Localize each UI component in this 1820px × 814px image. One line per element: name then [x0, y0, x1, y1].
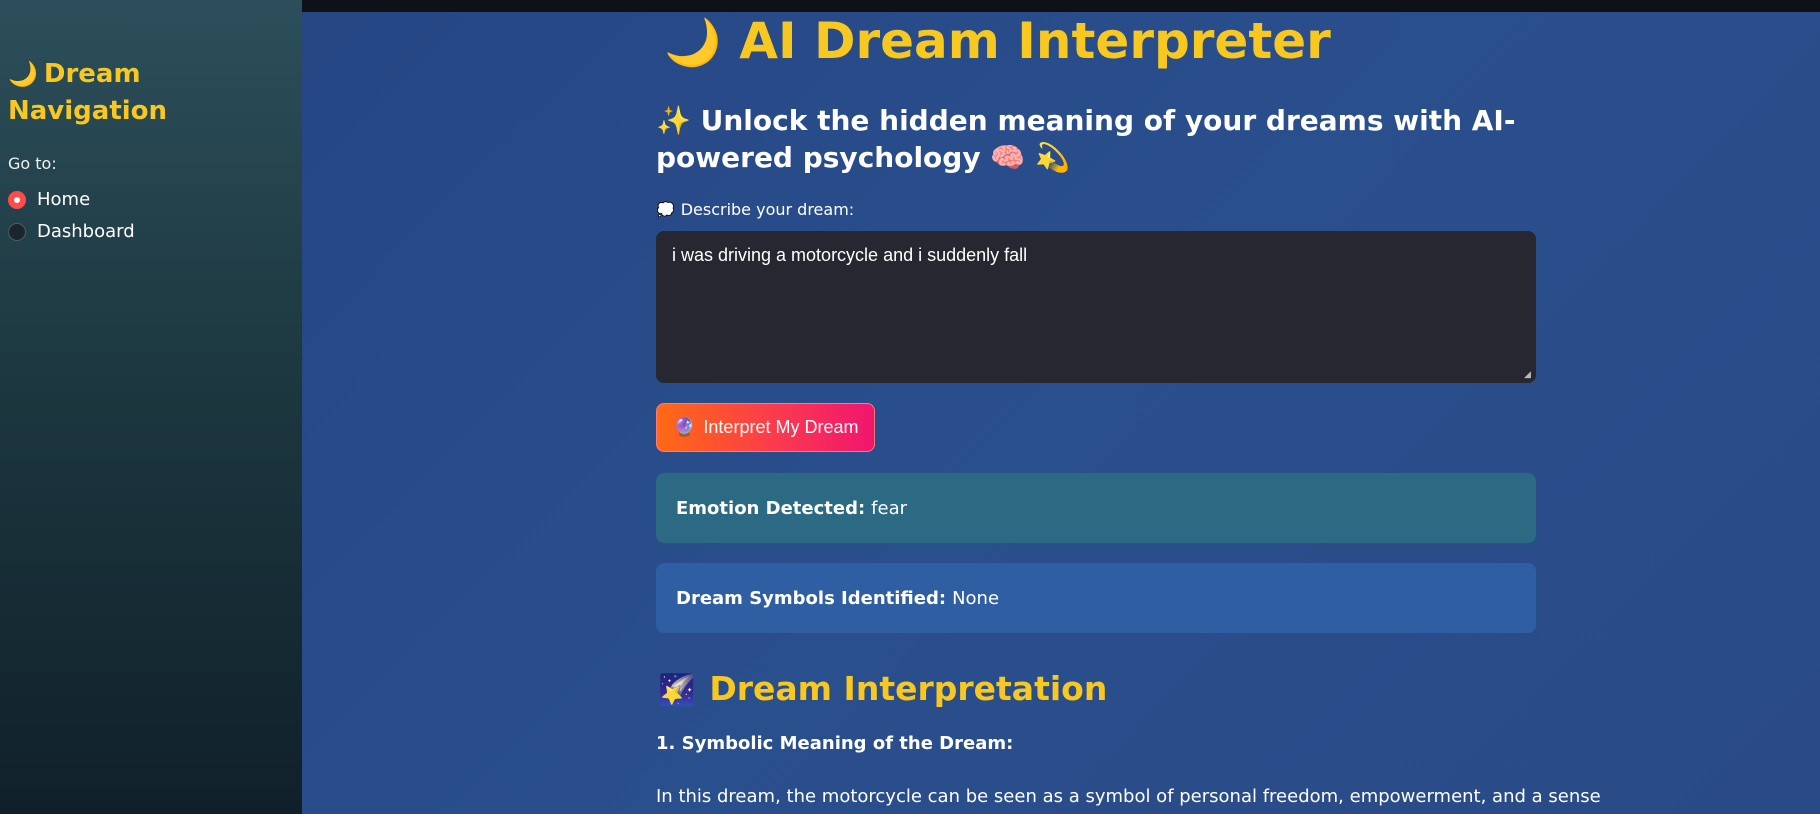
radio-selected-icon[interactable] — [8, 190, 26, 209]
app-window: 🌙 Dream Navigation Go to: Home Dashboard … — [0, 0, 1820, 814]
thought-bubble-icon: 💭 — [656, 200, 675, 219]
sparkles-icon: ✨ — [656, 104, 691, 137]
interpret-dream-button-label: Interpret My Dream — [703, 417, 859, 437]
nav-option-label: Home — [37, 189, 91, 210]
dream-symbols-value: None — [952, 587, 1000, 609]
resize-handle-icon[interactable]: ◢ — [1524, 371, 1533, 380]
symbolic-meaning-heading: 1. Symbolic Meaning of the Dream: — [656, 733, 1014, 754]
nav-option-dashboard[interactable]: Dashboard — [8, 221, 135, 242]
interpretation-section-title: 🌠 Dream Interpretation — [658, 664, 1107, 716]
interpretation-section-title-text: Dream Interpretation — [709, 669, 1108, 708]
crescent-moon-icon: 🌙 — [8, 60, 38, 88]
dream-input-label-text: Describe your dream: — [680, 200, 855, 219]
interpret-dream-button[interactable]: 🔮 Interpret My Dream — [656, 403, 876, 452]
page-title-text: AI Dream Interpreter — [739, 12, 1331, 70]
page-title: 🌙 AI Dream Interpreter — [664, 6, 1331, 77]
emotion-detected-key: Emotion Detected: — [676, 497, 866, 519]
crescent-moon-icon: 🌙 — [664, 15, 722, 69]
radio-unselected-icon[interactable] — [8, 222, 26, 241]
emotion-detected-value: fear — [871, 497, 908, 519]
emotion-detected-box: Emotion Detected: fear — [656, 473, 1536, 543]
dream-symbols-key: Dream Symbols Identified: — [676, 587, 947, 609]
nav-option-label: Dashboard — [37, 221, 135, 242]
nav-option-home[interactable]: Home — [8, 189, 90, 210]
page-subtitle: ✨ Unlock the hidden meaning of your drea… — [656, 102, 1536, 176]
dream-description-input[interactable]: i was driving a motorcycle and i suddenl… — [656, 231, 1536, 383]
shooting-star-icon: 🌠 — [658, 673, 696, 708]
page-subtitle-text: Unlock the hidden meaning of your dreams… — [656, 104, 1516, 174]
interpretation-paragraph: In this dream, the motorcycle can be see… — [656, 786, 1601, 807]
dream-symbols-box: Dream Symbols Identified: None — [656, 563, 1536, 633]
main-content: 🌙 AI Dream Interpreter ✨ Unlock the hidde… — [302, 0, 1820, 814]
dream-input-label: 💭 Describe your dream: — [656, 200, 854, 219]
sidebar: 🌙 Dream Navigation Go to: Home Dashboard — [0, 0, 302, 814]
goto-label: Go to: — [8, 154, 57, 173]
sidebar-title: 🌙 Dream Navigation — [8, 56, 288, 130]
crystal-ball-icon: 🔮 — [673, 417, 696, 437]
